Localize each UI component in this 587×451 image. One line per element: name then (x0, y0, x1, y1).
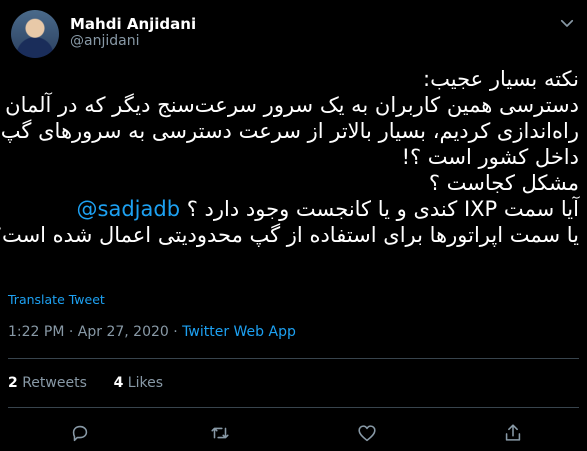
tweet-line: یا سمت اپراتورها برای استفاده از گپ محدو… (0, 223, 579, 247)
tweet-line: داخل کشور است ؟! (401, 145, 579, 169)
meta-separator: · (64, 324, 78, 340)
tweet-text: نکته بسیار عجیب: دسترسی همین کاربران به … (0, 66, 579, 248)
author-handle[interactable]: @anjidani (70, 33, 139, 49)
likes-stat[interactable]: 4 Likes (114, 375, 163, 391)
likes-count: 4 (113, 375, 124, 391)
tweet-line: راه‌اندازی کردیم، بسیار بالاتر از سرعت د… (0, 119, 579, 143)
action-bar (8, 422, 579, 444)
mention-link[interactable]: @sadjadb (77, 197, 181, 221)
tweet-line: نکته بسیار عجیب: (423, 67, 579, 91)
translate-tweet-link[interactable]: Translate Tweet (8, 292, 105, 307)
author-name[interactable]: Mahdi Anjidani (70, 15, 196, 33)
tweet-meta: 1:22 PM · Apr 27, 2020 · Twitter Web App (8, 324, 296, 340)
divider (8, 358, 579, 359)
tweet-stats: 2 Retweets 4 Likes (8, 375, 163, 391)
avatar[interactable] (11, 10, 59, 58)
meta-separator: · (168, 324, 183, 340)
source-app-link[interactable]: Twitter Web App (182, 324, 296, 340)
share-icon[interactable] (502, 422, 524, 444)
tweet-time[interactable]: 1:22 PM (8, 324, 64, 340)
retweets-stat[interactable]: 2 Retweets (8, 375, 87, 391)
likes-label: Likes (127, 375, 163, 391)
tweet-header: Mahdi Anjidani @anjidani (11, 10, 576, 58)
retweet-icon[interactable] (209, 422, 231, 444)
divider (8, 407, 579, 408)
reply-icon[interactable] (69, 422, 91, 444)
tweet-line: دسترسی همین کاربران به یک سرور سرعت‌سنج … (5, 93, 579, 117)
chevron-down-icon[interactable] (558, 14, 576, 32)
tweet-line: مشکل کجاست ؟ (428, 171, 579, 195)
retweets-count: 2 (8, 375, 18, 391)
heart-icon[interactable] (356, 422, 378, 444)
tweet-line: آیا سمت IXP کندی و یا کانجست وجود دارد ؟ (186, 197, 579, 221)
tweet-line-with-mention: آیا سمت IXP کندی و یا کانجست وجود دارد ؟… (8, 196, 579, 222)
retweets-label: Retweets (22, 375, 87, 391)
tweet-date[interactable]: Apr 27, 2020 (78, 324, 169, 340)
